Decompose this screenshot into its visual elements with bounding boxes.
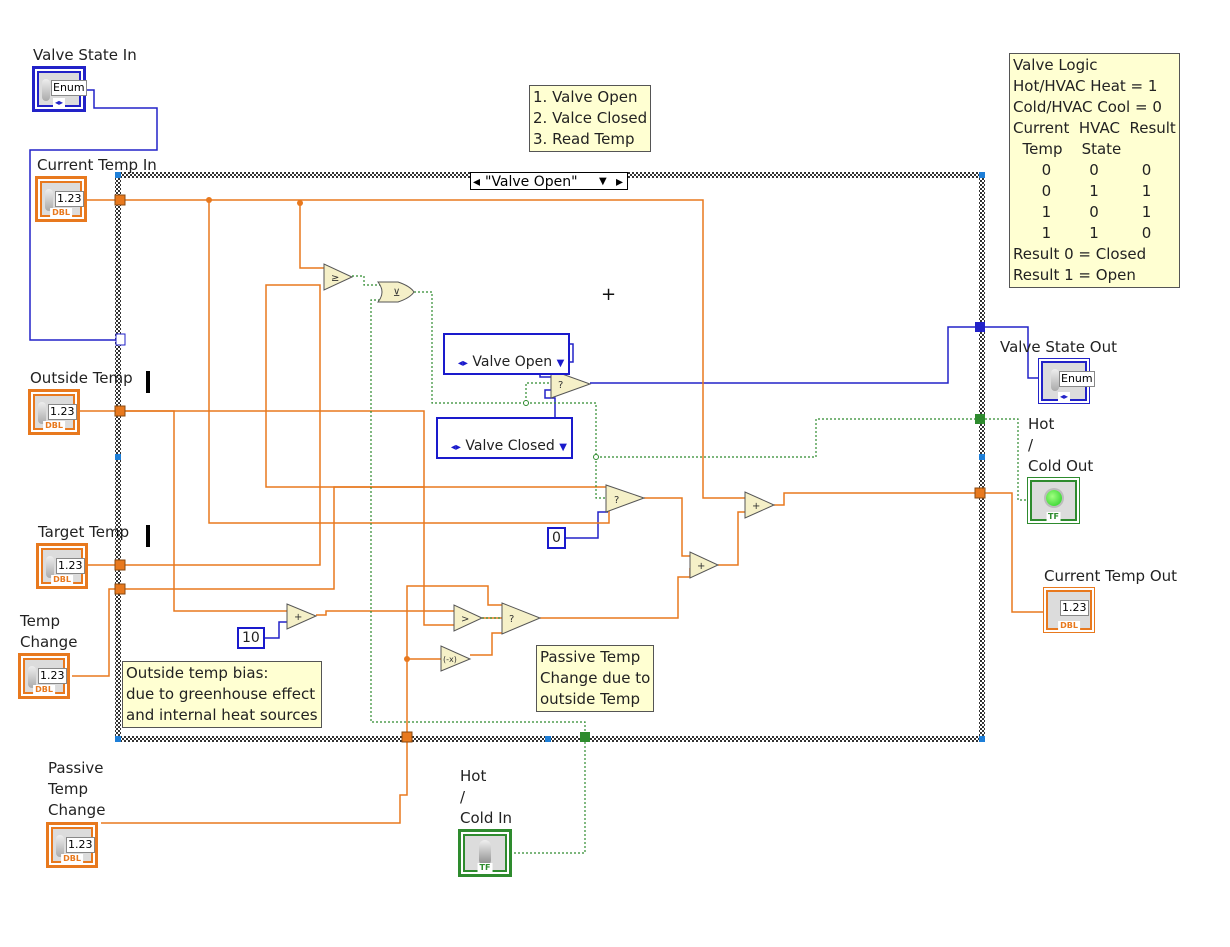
valve-state-out-indicator[interactable]: Enum ◂▸ [1038,358,1095,404]
valve-closed-constant[interactable]: ◂▸ Valve Closed ▼ [436,417,573,459]
add-bias-glyph: + [294,612,302,623]
temp-change-label: Temp Change [20,612,78,651]
add-mid-glyph: + [697,561,705,572]
greater-glyph: > [461,614,469,625]
label-marker [146,371,150,393]
add-final-glyph: + [752,501,760,512]
numeric-wires [72,199,1043,824]
increment-case-icon[interactable]: ▸ [616,173,623,191]
select-enum-glyph: ? [558,380,563,391]
target-temp-control[interactable]: 1.23 DBL [36,543,88,589]
current-temp-in-label: Current Temp In [37,156,157,174]
temp-change-control[interactable]: 1.23 DBL [18,653,70,699]
case-selector-value: "Valve Open" [485,174,578,190]
crosshair-cursor-icon: + [601,284,617,305]
select-passive-glyph: ? [509,614,514,625]
hot-cold-out-indicator[interactable]: TF [1027,477,1080,524]
negate-glyph: (-x) [443,655,457,664]
outside-temp-label: Outside Temp [30,369,133,387]
greater-or-equal-glyph: ≥ [331,273,339,284]
ten-constant[interactable]: 10 [237,627,265,649]
valve-state-in-control[interactable]: Enum ◂▸ [32,66,87,112]
target-temp-label: Target Temp [38,523,130,541]
select-temp-glyph: ? [614,495,619,506]
current-temp-out-indicator[interactable]: 1.23 DBL [1043,587,1095,633]
passive-change-comment: Passive Temp Change due to outside Temp [536,645,655,712]
passive-temp-change-label: Passive Temp Change [48,759,106,819]
valve-open-constant[interactable]: ◂▸ Valve Open ▼ [443,333,571,375]
select-passive-node[interactable] [501,602,542,635]
outside-bias-comment: Outside temp bias: due to greenhouse eff… [122,661,322,728]
xor-glyph: ⊻ [393,288,400,299]
hot-cold-in-control[interactable]: TF [458,829,512,877]
label-marker [146,525,150,547]
current-temp-out-label: Current Temp Out [1044,567,1178,585]
valve-state-out-label: Valve State Out [1000,338,1117,356]
dropdown-icon: ▼ [559,442,567,453]
decrement-case-icon[interactable]: ◂ [473,173,480,191]
case-selector[interactable]: ◂ "Valve Open" ▼ ▸ [470,172,628,190]
led-icon [1046,490,1062,506]
hot-cold-out-label: Hot / Cold Out [1028,415,1094,475]
zero-constant[interactable]: 0 [547,527,566,549]
outside-temp-control[interactable]: 1.23 DBL [28,389,80,435]
valve-logic-comment: Valve Logic Hot/HVAC Heat = 1 Cold/HVAC … [1009,53,1180,288]
dropdown-icon: ▼ [556,358,565,369]
select-temp-node[interactable] [605,484,646,513]
enum-arrows-icon: ◂▸ [457,358,468,369]
current-temp-in-control[interactable]: 1.23 DBL [35,176,87,222]
hot-cold-in-label: Hot / Cold In [460,767,513,827]
enum-arrows-icon: ◂▸ [450,442,461,453]
case-list-comment: 1. Valve Open 2. Valce Closed 3. Read Te… [529,85,652,152]
passive-temp-change-control[interactable]: 1.23 DBL [46,822,98,868]
valve-state-in-label: Valve State In [33,46,137,64]
case-dropdown-icon[interactable]: ▼ [599,173,607,191]
